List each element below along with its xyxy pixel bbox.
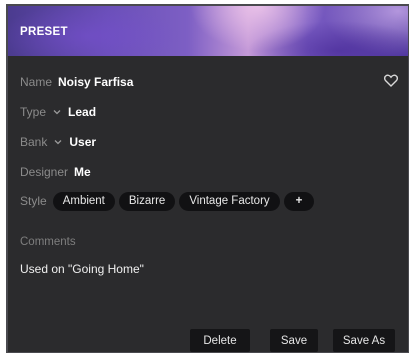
chevron-down-icon[interactable] — [52, 107, 62, 117]
type-label: Type — [20, 105, 47, 119]
panel-header: PRESET — [8, 6, 408, 56]
type-value[interactable]: Lead — [68, 105, 96, 119]
save-as-button[interactable]: Save As — [333, 329, 395, 352]
bank-row[interactable]: Bank User — [20, 133, 96, 151]
comments-field[interactable]: Used on "Going Home" — [20, 262, 144, 276]
add-style-button[interactable]: + — [283, 191, 315, 211]
preset-panel: PRESET Name Noisy Farfisa Type Lead Bank… — [8, 6, 408, 352]
style-tag-ambient[interactable]: Ambient — [52, 191, 115, 211]
heart-icon[interactable] — [384, 74, 398, 87]
panel-title: PRESET — [20, 26, 68, 38]
style-label: Style — [20, 194, 47, 208]
name-label: Name — [20, 75, 53, 89]
style-tag-vintage-factory[interactable]: Vintage Factory — [179, 191, 280, 211]
comments-label: Comments — [20, 236, 76, 248]
save-button[interactable]: Save — [270, 329, 318, 352]
style-row: Style Ambient Bizarre Vintage Factory + — [20, 191, 318, 211]
bank-label: Bank — [20, 135, 48, 149]
delete-button[interactable]: Delete — [190, 329, 250, 352]
name-field[interactable]: Noisy Farfisa — [58, 75, 133, 89]
type-row[interactable]: Type Lead — [20, 103, 96, 121]
chevron-down-icon[interactable] — [53, 137, 63, 147]
designer-field[interactable]: Me — [74, 165, 91, 179]
designer-row: Designer Me — [20, 163, 91, 181]
name-row: Name Noisy Farfisa — [20, 73, 133, 91]
designer-label: Designer — [20, 165, 69, 179]
style-tag-bizarre[interactable]: Bizarre — [118, 191, 176, 211]
bank-value[interactable]: User — [69, 135, 96, 149]
